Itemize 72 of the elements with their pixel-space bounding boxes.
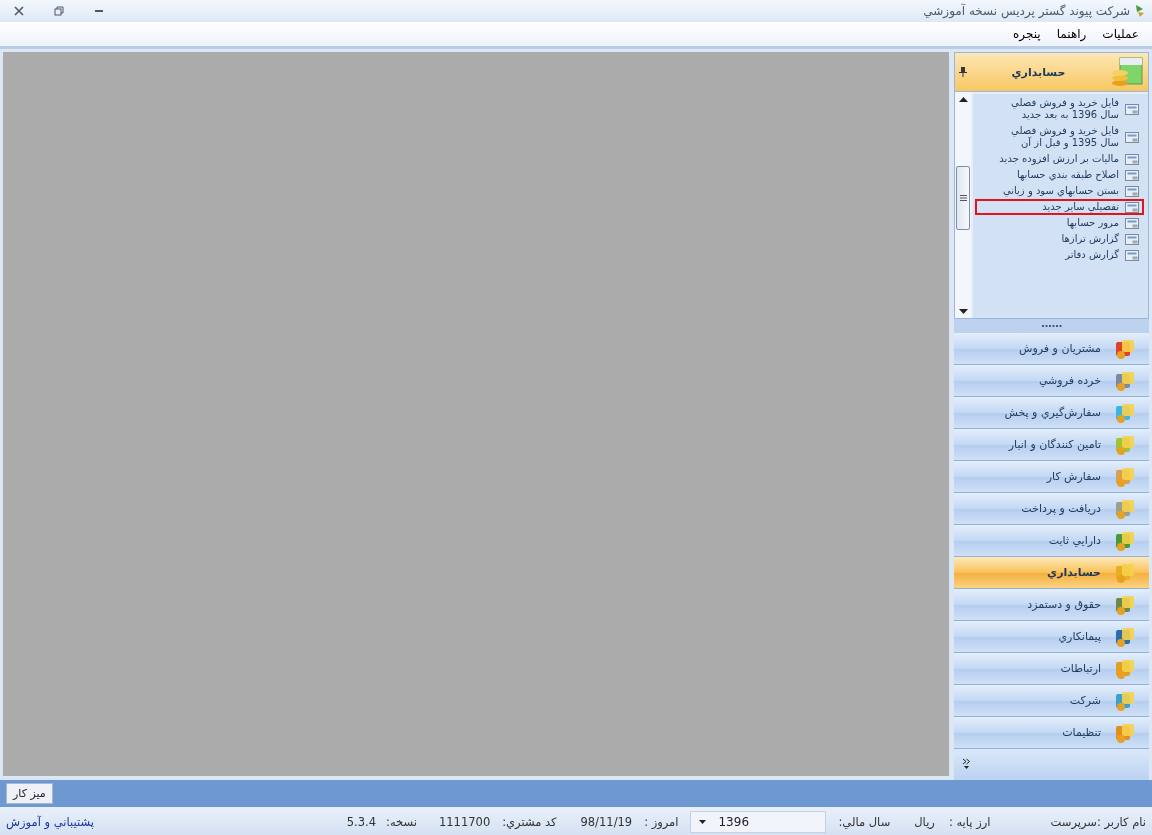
scroll-down-icon[interactable] [958,308,968,314]
splitter-grip-icon[interactable] [1041,324,1062,328]
module-tab[interactable]: حقوق و دستمزد [954,589,1149,621]
form-icon [1125,103,1139,115]
module-tab[interactable]: دارايي ثابت [954,525,1149,557]
user-name: نام كاربر :سرپرست [1050,815,1146,829]
task-item[interactable]: اصلاح طبقه بندي حسابها [975,167,1144,183]
currency-value: ريال [914,815,935,829]
menu-item[interactable]: پنجره [1006,25,1048,43]
task-item[interactable]: فايل خريد و فروش فصلي سال 1395 و قبل از آن [975,123,1144,151]
form-icon [1125,201,1139,213]
version-label: نسخه: [386,815,417,829]
module-tab[interactable]: شركت [954,685,1149,717]
version-number: 5.3.4 [346,815,377,829]
scrollbar[interactable] [955,92,971,318]
task-label: گزارش ترازها [1060,233,1119,245]
module-tab[interactable]: ارتباطات [954,653,1149,685]
form-icon [1125,233,1139,245]
module-tab[interactable]: سفارش كار [954,461,1149,493]
task-item[interactable]: فايل خريد و فروش فصلي سال 1396 به بعد جديد [975,95,1144,123]
menu-item[interactable]: عمليات [1095,25,1146,43]
task-item[interactable]: گزارش ترازها [975,231,1144,247]
module-tab[interactable]: دريافت و پرداخت [954,493,1149,525]
task-label: فايل خريد و فروش فصلي سال 1395 و قبل از آن [1010,125,1119,149]
task-item[interactable]: بستن حسابهاي سود و زياني [975,183,1144,199]
today-date: 98/11/19 [580,815,633,829]
chevron-icon[interactable] [962,758,971,770]
pin-icon[interactable] [959,67,967,77]
fiscal-year-label: سال مالي: [838,815,891,829]
form-icon [1125,185,1139,197]
form-icon [1125,249,1139,261]
module-tab[interactable]: تامين كنندگان و انبار [954,429,1149,461]
module-tab[interactable]: حسابداري [954,557,1149,589]
scroll-up-icon[interactable] [958,96,968,102]
close-icon [14,6,24,16]
menu-item[interactable]: راهنما [1049,25,1094,43]
support-link[interactable]: پشتيباني و آموزش [6,815,94,829]
panel-title: حسابداري [1010,65,1067,79]
task-item[interactable]: تفصيلي ساير جديد [975,199,1144,215]
module-tab[interactable]: سفارش‌گيري و پخش [954,397,1149,429]
task-label: اصلاح طبقه بندي حسابها [1015,169,1119,181]
module-tab[interactable]: مشتريان و فروش [954,333,1149,365]
form-icon [1125,169,1139,181]
desktop-button[interactable]: ميز كار [6,783,53,804]
scroll-thumb[interactable] [956,166,970,230]
form-icon [1125,131,1139,143]
task-label: فايل خريد و فروش فصلي سال 1396 به بعد جديد [1010,97,1119,121]
grip-icon [959,195,967,201]
module-tab[interactable]: خرده فروشي [954,365,1149,397]
minimize-icon [95,10,103,12]
customer-code: 1111700 [439,815,491,829]
task-label: ماليات بر ارزش افزوده جديد [998,153,1119,165]
dropdown-arrow-icon [699,820,707,824]
module-tab[interactable]: پيمانكاري [954,621,1149,653]
ledger-coins-icon [1110,56,1144,88]
window-title: شركت پيوند گستر پرديس نسخه آموزشي [923,4,1130,18]
task-label: مرور حسابها [1065,217,1119,229]
today-label: امروز : [644,815,679,829]
task-item[interactable]: گزارش دفاتر [975,247,1144,263]
fiscal-year-dropdown[interactable]: 1396 [690,811,827,833]
customer-code-label: كد مشتري: [502,815,557,829]
task-item[interactable]: ماليات بر ارزش افزوده جديد [975,151,1144,167]
task-label: بستن حسابهاي سود و زياني [1001,185,1119,197]
task-item[interactable]: مرور حسابها [975,215,1144,231]
form-icon [1125,153,1139,165]
restore-icon [54,6,64,16]
form-icon [1125,217,1139,229]
app-icon [1134,4,1146,18]
task-label: گزارش دفاتر [1063,249,1119,261]
module-tab[interactable]: تنظيمات [954,717,1149,749]
currency-label: ارز پايه : [948,815,991,829]
task-label: تفصيلي ساير جديد [1041,201,1119,213]
